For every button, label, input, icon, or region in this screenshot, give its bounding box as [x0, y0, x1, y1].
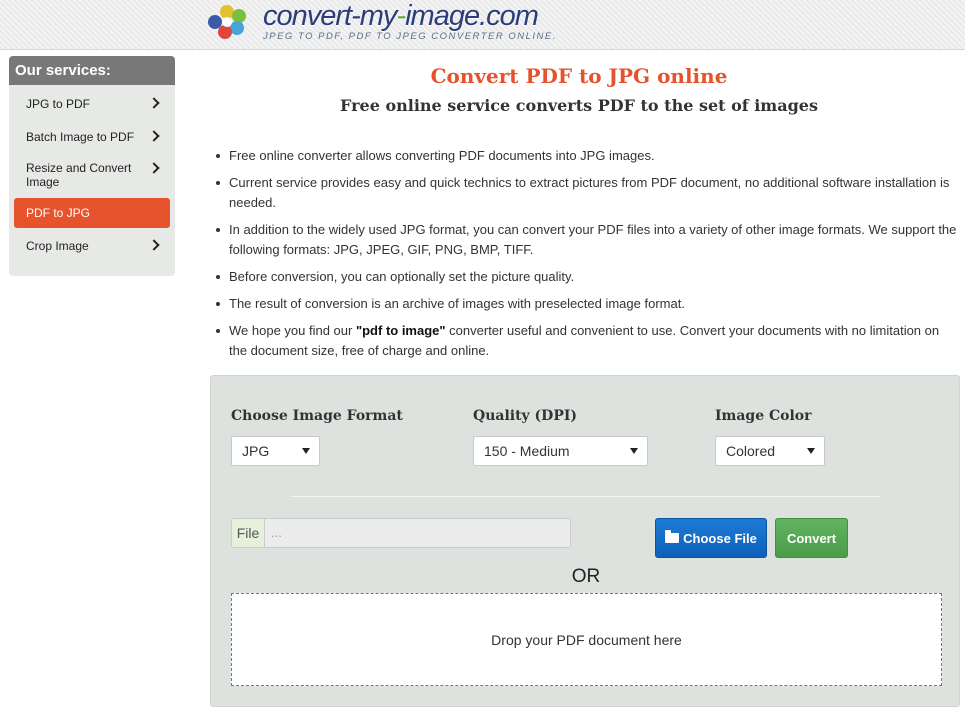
file-input[interactable]: File ... [231, 518, 571, 548]
sidebar-heading: Our services: [9, 56, 175, 85]
sidebar-item-label: Batch Image to PDF [26, 130, 135, 144]
page-subtitle: Free online service converts PDF to the … [340, 96, 818, 115]
color-select[interactable]: Colored [715, 436, 825, 466]
list-item: In addition to the widely used JPG forma… [212, 220, 960, 260]
divider [291, 496, 880, 497]
list-item: Free online converter allows converting … [212, 146, 960, 166]
chevron-right-icon [148, 130, 160, 142]
feature-list: Free online converter allows converting … [212, 146, 960, 368]
file-input-tag: File [232, 519, 265, 547]
sidebar-item-jpg-to-pdf[interactable]: JPG to PDF [14, 89, 170, 119]
sidebar-item-pdf-to-jpg[interactable]: PDF to JPG [14, 198, 170, 228]
sidebar-item-resize-and-convert[interactable]: Resize and Convert Image [14, 155, 170, 195]
chevron-right-icon [148, 97, 160, 109]
sidebar-item-crop-image[interactable]: Crop Image [14, 231, 170, 261]
sidebar-item-label: Crop Image [26, 239, 89, 253]
quality-select[interactable]: 150 - Medium [473, 436, 648, 466]
sidebar-item-label: Resize and Convert Image [26, 161, 132, 189]
logo-flower-icon [203, 3, 255, 45]
quality-select-value: 150 - Medium [484, 443, 570, 459]
logo-subtitle: JPEG TO PDF, PDF TO JPEG CONVERTER ONLIN… [263, 31, 557, 42]
sidebar-item-batch-image-to-pdf[interactable]: Batch Image to PDF [14, 122, 170, 152]
list-item: We hope you find our "pdf to image" conv… [212, 321, 960, 361]
caret-down-icon [630, 448, 638, 454]
site-logo[interactable]: convert-my-image.com JPEG TO PDF, PDF TO… [203, 2, 557, 48]
caret-down-icon [807, 448, 815, 454]
color-label: Image Color [715, 408, 812, 424]
caret-down-icon [302, 448, 310, 454]
converter-panel: Choose Image Format Quality (DPI) Image … [210, 375, 960, 707]
chevron-right-icon [148, 162, 160, 174]
logo-title: convert-my-image.com [263, 0, 539, 32]
or-separator: OR [571, 566, 601, 587]
list-item: The result of conversion is an archive o… [212, 294, 960, 314]
dropzone-text: Drop your PDF document here [491, 631, 682, 648]
quality-label: Quality (DPI) [473, 408, 578, 424]
list-item: Before conversion, you can optionally se… [212, 267, 960, 287]
list-item: Current service provides easy and quick … [212, 173, 960, 213]
convert-button[interactable]: Convert [775, 518, 848, 558]
sidebar-item-label: PDF to JPG [26, 206, 91, 220]
format-label: Choose Image Format [231, 408, 403, 424]
folder-open-icon [665, 530, 680, 543]
file-path-display: ... [271, 525, 282, 540]
format-select[interactable]: JPG [231, 436, 320, 466]
page-title: Convert PDF to JPG online [430, 64, 728, 88]
choose-file-button[interactable]: Choose File [655, 518, 767, 558]
chevron-right-icon [148, 239, 160, 251]
format-select-value: JPG [242, 443, 270, 459]
choose-file-label: Choose File [683, 530, 757, 546]
site-header: convert-my-image.com JPEG TO PDF, PDF TO… [0, 0, 965, 50]
pdf-dropzone[interactable]: Drop your PDF document here [231, 593, 942, 686]
color-select-value: Colored [726, 443, 776, 459]
services-sidebar: Our services: JPG to PDF Batch Image to … [9, 56, 175, 276]
sidebar-item-label: JPG to PDF [26, 97, 91, 111]
